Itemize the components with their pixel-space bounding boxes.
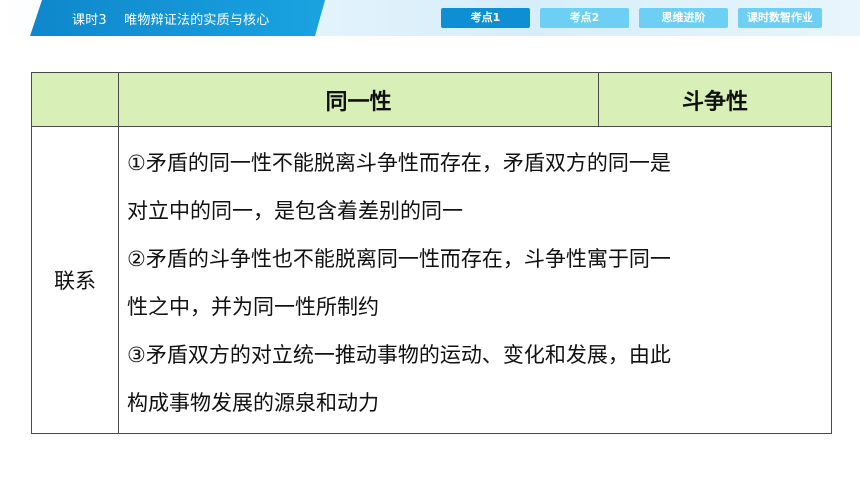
table-row-connection: 联系 ①矛盾的同一性不能脱离斗争性而存在，矛盾双方的同一是 对立中的同一，是包含…: [31, 126, 832, 434]
tab-kaodian-2[interactable]: 考点2: [540, 8, 629, 28]
content-line: 性之中，并为同一性所制约: [127, 295, 379, 319]
table-header-row: 同一性 斗争性: [31, 72, 832, 127]
comparison-table: 同一性 斗争性 联系 ①矛盾的同一性不能脱离斗争性而存在，矛盾双方的同一是 对立…: [31, 72, 832, 434]
header-identity: 同一性: [118, 72, 599, 127]
table-corner-cell: [31, 72, 119, 127]
content-line: ①矛盾的同一性不能脱离斗争性而存在，矛盾双方的同一是: [127, 151, 671, 175]
course-title: 课时3 唯物辩证法的实质与核心: [72, 13, 270, 28]
tab-thinking-advance[interactable]: 思维进阶: [639, 8, 728, 28]
tab-kaodian-1[interactable]: 考点1: [441, 8, 530, 28]
tab-class-homework[interactable]: 课时数智作业: [738, 8, 822, 28]
row-label-connection: 联系: [31, 126, 119, 434]
content-line: ②矛盾的斗争性也不能脱离同一性而存在，斗争性寓于同一: [127, 247, 671, 271]
header-struggle: 斗争性: [598, 72, 832, 127]
content-line: ③矛盾双方的对立统一推动事物的运动、变化和发展，由此: [127, 343, 671, 367]
content-line: 对立中的同一，是包含着差别的同一: [127, 199, 463, 223]
connection-content: ①矛盾的同一性不能脱离斗争性而存在，矛盾双方的同一是 对立中的同一，是包含着差别…: [118, 126, 832, 434]
content-line: 构成事物发展的源泉和动力: [127, 391, 379, 415]
